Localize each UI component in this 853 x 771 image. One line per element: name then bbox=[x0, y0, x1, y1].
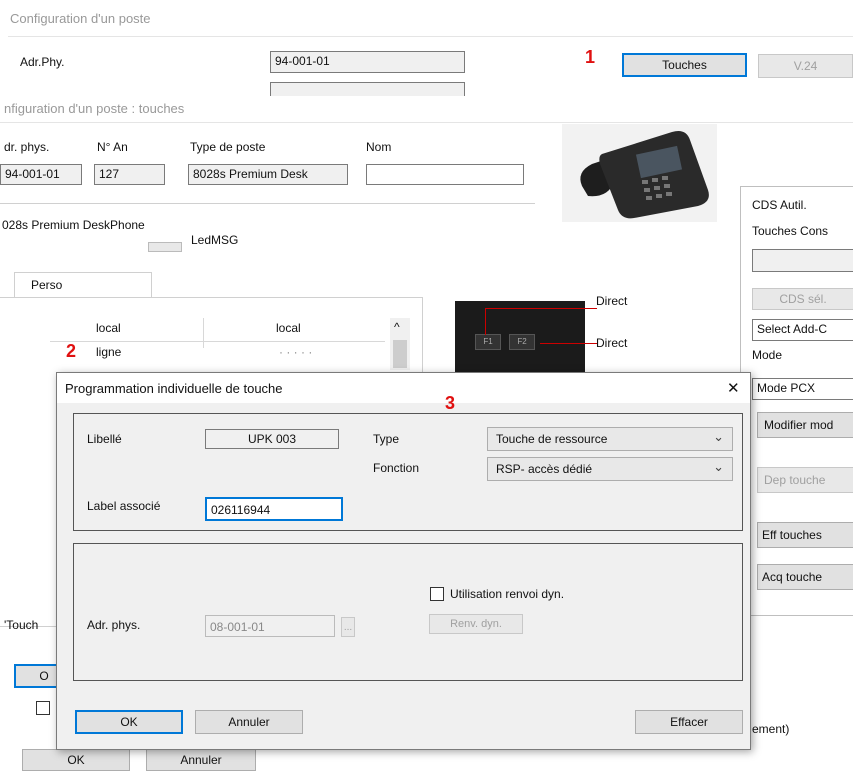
fonction-label: Fonction bbox=[373, 461, 420, 475]
chevron-down-icon[interactable]: ⌄ bbox=[713, 429, 724, 445]
dep-touche-button[interactable]: Dep touche bbox=[757, 467, 853, 493]
renvoi-checkbox[interactable] bbox=[430, 587, 444, 601]
tab-perso[interactable]: Perso bbox=[14, 272, 152, 298]
led-label: LedMSG bbox=[191, 233, 239, 247]
key-f1-label: F1 bbox=[483, 337, 493, 346]
table-row-2-c2: · · · · · bbox=[279, 345, 313, 359]
key-f1[interactable]: F1 bbox=[475, 334, 501, 350]
scroll-up-icon[interactable]: ^ bbox=[394, 320, 400, 334]
v24-button[interactable]: V.24 bbox=[758, 54, 853, 78]
marker-1: 1 bbox=[585, 47, 596, 67]
browse-button[interactable]: ... bbox=[341, 617, 355, 637]
dialog: Programmation individuelle de touche ✕ 3… bbox=[56, 372, 751, 750]
key-f2-label: F2 bbox=[517, 337, 527, 346]
marker-2: 2 bbox=[66, 341, 77, 361]
libelle-field[interactable]: UPK 003 bbox=[205, 429, 339, 449]
col-adr-label: dr. phys. bbox=[4, 140, 50, 154]
right-touches-cons-field[interactable] bbox=[752, 249, 853, 272]
direct-2-line bbox=[540, 343, 597, 344]
mid-separator bbox=[0, 203, 535, 204]
right-mode-label: Mode bbox=[752, 348, 783, 362]
right-ement-label: ement) bbox=[752, 722, 790, 736]
modifier-mode-button[interactable]: Modifier mod bbox=[757, 412, 853, 438]
direct-1-line-v bbox=[485, 308, 486, 335]
direct-1-line-h bbox=[485, 308, 597, 309]
phone-image bbox=[562, 124, 717, 222]
table-scrollbar[interactable]: ^ bbox=[390, 318, 410, 370]
col-nom-label: Nom bbox=[366, 140, 392, 154]
mid-window-title: nfiguration d'un poste : touches bbox=[4, 101, 185, 116]
select-add-field[interactable]: Select Add-C bbox=[752, 319, 853, 341]
col-nan-label: N° An bbox=[97, 140, 128, 154]
renv-dyn-button[interactable]: Renv. dyn. bbox=[429, 614, 523, 634]
table-row-1-c2: local bbox=[276, 321, 301, 335]
direct-1-label: Direct bbox=[596, 294, 628, 308]
type-field[interactable]: 8028s Premium Desk bbox=[188, 164, 348, 185]
right-touches-cons: Touches Cons bbox=[752, 224, 829, 238]
fonction-select[interactable]: RSP- accès dédié ⌄ bbox=[487, 457, 733, 481]
key-f2[interactable]: F2 bbox=[509, 334, 535, 350]
back-adr-phy-label: Adr.Phy. bbox=[20, 55, 65, 69]
table-row-2-c1: ligne bbox=[96, 345, 122, 359]
acq-touche-button[interactable]: Acq touche bbox=[757, 564, 853, 590]
nan-field[interactable]: 127 bbox=[94, 164, 165, 185]
table-row-divider bbox=[50, 341, 385, 342]
libelle-label: Libellé bbox=[87, 432, 122, 446]
type-select-value: Touche de ressource bbox=[496, 432, 608, 446]
type-select[interactable]: Touche de ressource ⌄ bbox=[487, 427, 733, 451]
nom-field[interactable] bbox=[366, 164, 524, 185]
dialog-annuler-button[interactable]: Annuler bbox=[195, 710, 303, 734]
mid-window-divider bbox=[0, 122, 853, 123]
label-associe-label: Label associé bbox=[87, 499, 161, 513]
touches-button[interactable]: Touches bbox=[622, 53, 747, 77]
adr-phys-label: Adr. phys. bbox=[87, 618, 141, 632]
scroll-thumb[interactable] bbox=[393, 340, 407, 368]
table-row-1-c1: local bbox=[96, 321, 121, 335]
dialog-group-2 bbox=[73, 543, 743, 681]
mid-ok-button[interactable]: OK bbox=[22, 749, 130, 771]
dialog-title: Programmation individuelle de touche bbox=[65, 381, 283, 396]
back-window-divider bbox=[8, 36, 853, 37]
marker-3: 3 bbox=[445, 393, 456, 413]
fonction-select-value: RSP- accès dédié bbox=[496, 462, 593, 476]
mode-pcx-field[interactable]: Mode PCX bbox=[752, 378, 853, 400]
cds-sel-button[interactable]: CDS sél. bbox=[752, 288, 853, 310]
back-window-title: Configuration d'un poste bbox=[10, 11, 151, 26]
adr-field[interactable]: 94-001-01 bbox=[0, 164, 82, 185]
chevron-down-icon[interactable]: ⌄ bbox=[713, 459, 724, 475]
touch-label: 'Touch bbox=[4, 618, 39, 632]
mid-bottom-checkbox[interactable] bbox=[36, 701, 50, 715]
direct-2-label: Direct bbox=[596, 336, 628, 350]
dialog-ok-button[interactable]: OK bbox=[75, 710, 183, 734]
tab-perso-label: Perso bbox=[31, 278, 63, 292]
right-cds-autil: CDS Autil. bbox=[752, 198, 807, 212]
back-hidden-field bbox=[270, 82, 465, 96]
label-associe-input[interactable]: 026116944 bbox=[205, 497, 343, 521]
phone-model-label: 028s Premium DeskPhone bbox=[2, 218, 145, 232]
type-label: Type bbox=[373, 432, 400, 446]
led-indicator bbox=[148, 242, 182, 252]
col-type-label: Type de poste bbox=[190, 140, 266, 154]
adr-phys-field[interactable]: 08-001-01 bbox=[205, 615, 335, 637]
eff-touches-button[interactable]: Eff touches bbox=[757, 522, 853, 548]
back-adr-phy-field[interactable]: 94-001-01 bbox=[270, 51, 465, 73]
table-col-divider bbox=[203, 318, 204, 348]
mid-annuler-button[interactable]: Annuler bbox=[146, 749, 256, 771]
dialog-effacer-button[interactable]: Effacer bbox=[635, 710, 743, 734]
close-icon[interactable]: ✕ bbox=[727, 379, 740, 397]
key-strip: F1 F2 bbox=[455, 301, 585, 383]
renvoi-checkbox-label: Utilisation renvoi dyn. bbox=[450, 587, 565, 601]
